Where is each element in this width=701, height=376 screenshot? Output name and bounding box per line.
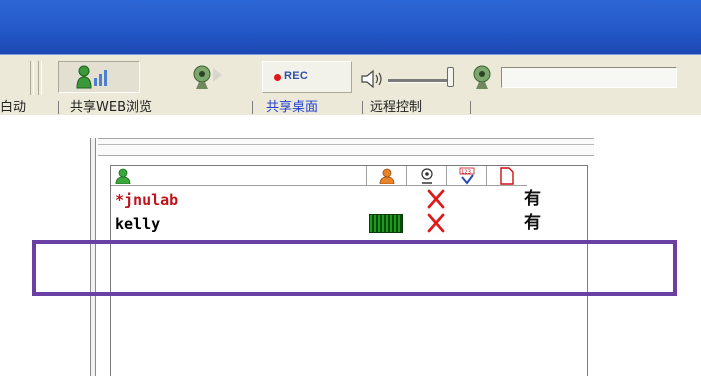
tab-divider [58,101,59,114]
toolbar-grip[interactable] [30,61,34,95]
column-header-file[interactable] [487,166,527,186]
tab-divider [252,101,253,114]
column-header-question[interactable]: 123 [447,166,487,186]
record-label: REC [284,70,309,82]
tab-divider [362,101,363,114]
audio-user-icon [379,168,395,184]
speaker-level-icon [76,65,107,89]
tab-auto[interactable]: 白动 [0,100,26,115]
tab-share-desktop[interactable]: 共享桌面 [266,100,318,115]
volume-slider-thumb[interactable] [447,67,454,87]
user-name: *jnulab [115,191,179,209]
panel-divider [98,144,594,145]
column-header-video[interactable] [407,166,447,186]
user-row-jnulab[interactable]: *jnulab 有 [111,188,587,212]
tab-share-web[interactable]: 共享WEB浏览 [70,100,152,115]
microphone-icon [473,65,491,89]
column-header-name[interactable] [111,166,367,186]
webcam-icon [193,65,222,89]
video-toggle-button[interactable] [170,61,246,93]
record-icon [274,74,281,81]
volume-slider-track[interactable] [388,79,452,83]
svg-text:123: 123 [461,170,471,176]
question-icon: 123 [459,167,475,185]
video-off-icon [427,189,445,209]
document-icon [500,167,514,185]
highlight-box [32,240,677,296]
audio-level-bars [369,214,403,233]
volume-speaker-icon[interactable] [360,68,386,90]
tab-divider [470,101,471,114]
video-off-icon [427,213,445,233]
window-title-bar [0,0,701,54]
file-status: 有 [524,213,541,233]
toolbar-grip[interactable] [38,61,42,95]
record-button[interactable]: REC [262,61,352,93]
user-list-header: 123 [111,166,587,188]
file-status: 有 [524,189,541,209]
column-header-audio[interactable] [367,166,407,186]
panel-header-bar [98,138,594,156]
feature-tab-strip: 白动 共享WEB浏览 共享桌面 远程控制 [0,99,701,115]
user-icon [115,168,131,184]
user-row-kelly[interactable]: kelly 有 [111,212,587,236]
tab-remote-control[interactable]: 远程控制 [370,100,422,115]
audio-toggle-button[interactable] [58,61,140,93]
user-name: kelly [115,215,161,233]
webcam-icon [421,168,433,184]
microphone-level-meter [501,67,677,88]
